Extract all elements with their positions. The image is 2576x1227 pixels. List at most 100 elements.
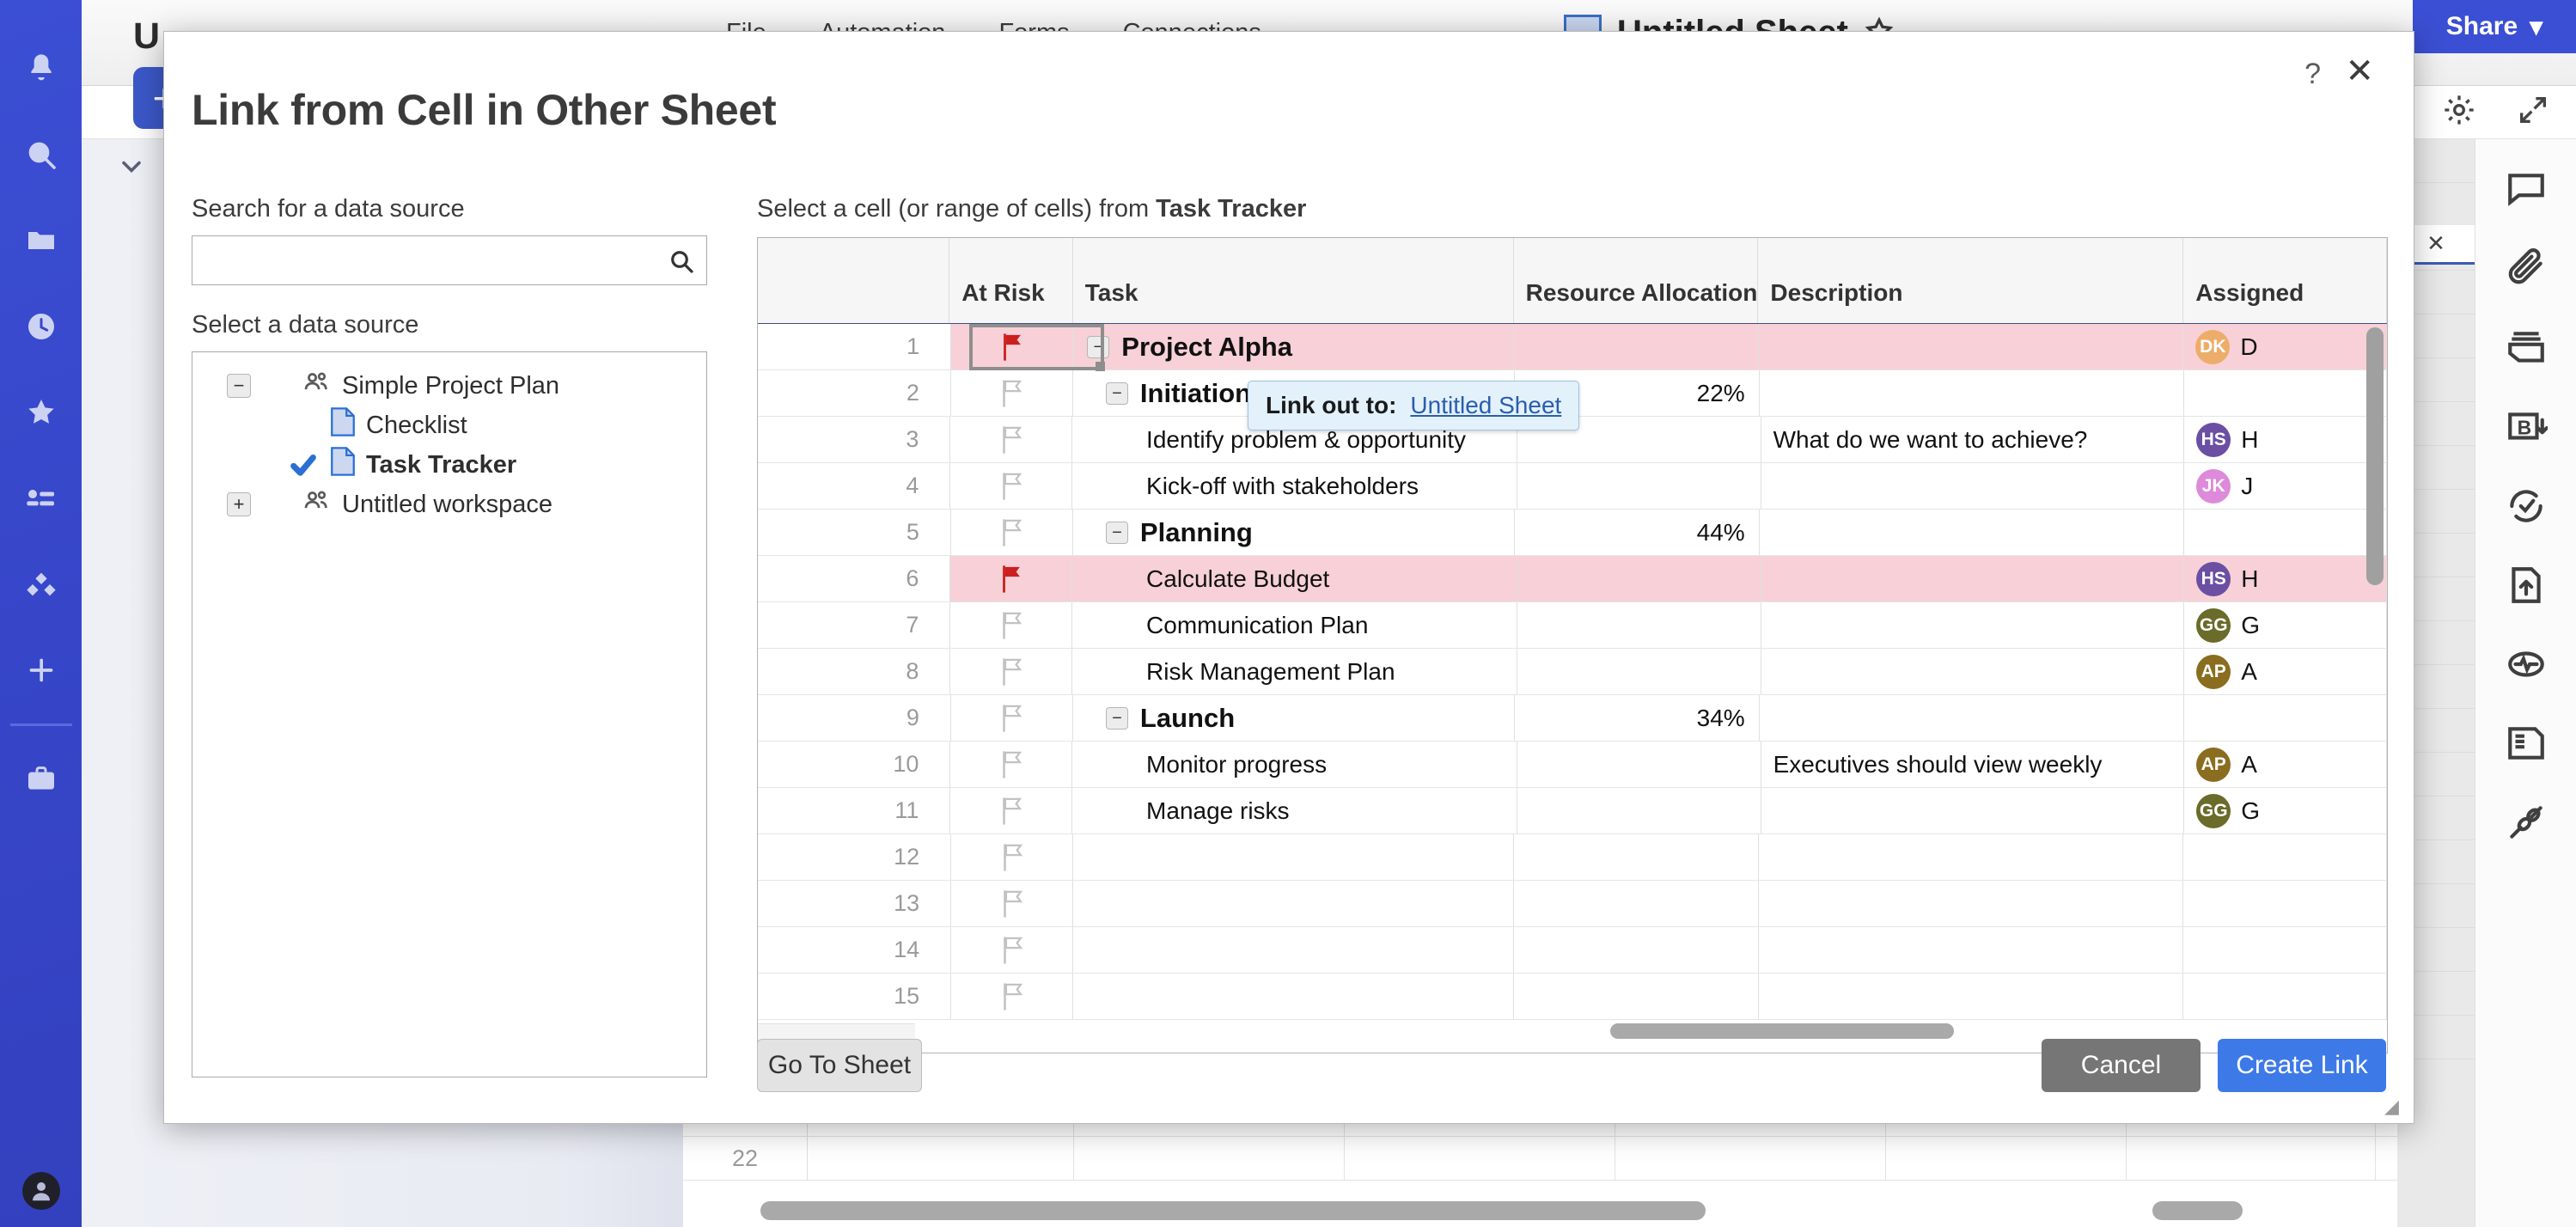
flag-icon[interactable] — [950, 742, 1073, 787]
row-number[interactable]: 7 — [758, 602, 951, 648]
cell-assigned-to[interactable] — [2184, 695, 2387, 741]
column-header-task[interactable]: Task — [1073, 238, 1514, 323]
cell-task[interactable]: Kick-off with stakeholders — [1072, 463, 1517, 509]
flag-icon[interactable] — [950, 463, 1073, 509]
cell-task[interactable]: − Project Alpha — [1073, 324, 1515, 369]
cell-description[interactable] — [1758, 324, 2184, 369]
cell-assigned-to[interactable]: HS H — [2184, 556, 2387, 601]
proof-icon[interactable] — [2501, 323, 2551, 373]
cell-task[interactable] — [1073, 927, 1515, 973]
create-link-button[interactable]: Create Link — [2218, 1039, 2386, 1092]
flag-icon[interactable] — [951, 510, 1073, 555]
cell-assigned-to[interactable]: AP A — [2184, 649, 2387, 694]
table-row[interactable]: 7 Communication Plan GG G — [758, 602, 2387, 649]
cell-resource-allocation[interactable]: 44% — [1515, 510, 1760, 555]
expand-icon[interactable] — [2516, 93, 2550, 131]
flag-icon[interactable] — [951, 974, 1074, 1019]
cell-description[interactable] — [1759, 974, 2184, 1019]
comment-icon[interactable] — [2501, 165, 2551, 215]
cell-assigned-to[interactable] — [2183, 974, 2387, 1019]
table-row[interactable]: 13 — [758, 881, 2387, 927]
cell-task[interactable]: Risk Management Plan — [1072, 649, 1517, 694]
row-number[interactable]: 2 — [758, 370, 951, 416]
table-row[interactable]: 15 — [758, 974, 2387, 1020]
cell-description[interactable] — [1760, 695, 2184, 741]
row-expander-icon[interactable]: − — [1105, 382, 1128, 405]
table-row[interactable]: 9− Launch 34% — [758, 695, 2387, 742]
table-row[interactable]: 10 Monitor progress Executives should view… — [758, 742, 2387, 788]
row-number[interactable]: 14 — [758, 927, 952, 973]
tree-item-checklist[interactable]: Checklist — [192, 406, 706, 445]
user-avatar[interactable] — [21, 1172, 60, 1210]
cell-assigned-to[interactable]: HS H — [2184, 417, 2387, 462]
table-row[interactable]: 12 — [758, 834, 2387, 881]
go-to-sheet-button[interactable]: Go To Sheet — [757, 1039, 922, 1092]
cell-resource-allocation[interactable] — [1514, 834, 1759, 880]
row-number[interactable]: 6 — [758, 556, 951, 601]
scrollbar-thumb[interactable] — [1610, 1023, 1954, 1039]
search-input[interactable] — [192, 236, 706, 284]
table-row[interactable]: 1 − Project Alpha DK D — [758, 324, 2387, 370]
tree-item-simple-project-plan[interactable]: − Simple Project Plan — [192, 366, 706, 406]
row-number[interactable]: 4 — [758, 463, 951, 509]
cell-assigned-to[interactable] — [2184, 370, 2387, 416]
flag-icon[interactable] — [951, 927, 1074, 973]
row-number[interactable]: 3 — [758, 417, 951, 462]
row-expander-icon[interactable]: − — [1087, 335, 1110, 358]
cell-assigned-to[interactable]: GG G — [2184, 788, 2387, 833]
plus-icon[interactable] — [0, 627, 82, 713]
folder-icon[interactable] — [0, 198, 82, 284]
dashboard-icon[interactable] — [0, 541, 82, 627]
cell-task[interactable] — [1073, 974, 1515, 1019]
column-header-assigned[interactable]: Assigned — [2183, 238, 2387, 323]
row-number[interactable]: 1 — [758, 324, 952, 369]
cell-task[interactable] — [1073, 881, 1515, 926]
cell-task[interactable]: − Planning — [1073, 510, 1516, 555]
gear-icon[interactable] — [2442, 93, 2476, 131]
at-risk-flag-icon[interactable] — [951, 324, 1074, 369]
column-header-at-risk[interactable]: At Risk — [949, 238, 1073, 323]
cell-assigned-to[interactable]: AP A — [2184, 742, 2387, 787]
cell-resource-allocation[interactable] — [1517, 788, 1761, 833]
search-icon[interactable] — [665, 245, 698, 278]
flag-icon[interactable] — [950, 649, 1073, 694]
table-row[interactable]: 14 — [758, 927, 2387, 974]
chevron-down-icon[interactable] — [116, 151, 147, 186]
resize-handle-icon[interactable]: ◢ — [2384, 1096, 2407, 1118]
cell-assigned-to[interactable] — [2183, 834, 2387, 880]
at-risk-flag-icon[interactable] — [950, 556, 1073, 601]
grid-vertical-scrollbar[interactable] — [2366, 327, 2384, 809]
cell-resource-allocation[interactable] — [1517, 463, 1761, 509]
cell-task[interactable]: − Launch — [1073, 695, 1516, 741]
table-row[interactable]: 22 — [683, 1137, 2475, 1181]
cell-description[interactable]: Executives should view weekly — [1761, 742, 2185, 787]
flag-icon[interactable] — [951, 695, 1073, 741]
briefcase-icon[interactable] — [0, 736, 82, 822]
tree-item-untitled-workspace[interactable]: + Untitled workspace — [192, 485, 706, 524]
row-number[interactable]: 11 — [758, 788, 951, 833]
flag-icon[interactable] — [950, 788, 1073, 833]
tree-item-task-tracker[interactable]: Task Tracker — [192, 445, 706, 485]
cell-resource-allocation[interactable] — [1517, 602, 1761, 648]
table-row[interactable]: 6 Calculate Budget HS H — [758, 556, 2387, 602]
cell-task[interactable]: Monitor progress — [1072, 742, 1517, 787]
cell-description[interactable] — [1761, 788, 2185, 833]
plugin-icon[interactable] — [2501, 797, 2551, 847]
help-icon[interactable]: ? — [2304, 58, 2321, 91]
cell-assigned-to[interactable]: JK J — [2184, 463, 2387, 509]
row-number[interactable]: 9 — [758, 695, 951, 741]
row-number[interactable]: 13 — [758, 881, 952, 926]
bold-download-icon[interactable]: B — [2501, 402, 2551, 452]
flag-icon[interactable] — [951, 881, 1074, 926]
flag-icon[interactable] — [950, 417, 1073, 462]
cell-task[interactable]: Calculate Budget — [1072, 556, 1517, 601]
row-number[interactable]: 5 — [758, 510, 951, 555]
grid-horizontal-scrollbar[interactable] — [1610, 1023, 2384, 1039]
cell-description[interactable] — [1760, 370, 2184, 416]
cell-resource-allocation[interactable] — [1514, 881, 1759, 926]
table-row[interactable]: 8 Risk Management Plan AP A — [758, 649, 2387, 695]
row-expander-icon[interactable]: − — [1105, 521, 1128, 544]
row-expander-icon[interactable]: − — [1105, 706, 1128, 729]
cell-assigned-to[interactable] — [2183, 881, 2387, 926]
collapse-expander-icon[interactable]: − — [227, 374, 251, 398]
